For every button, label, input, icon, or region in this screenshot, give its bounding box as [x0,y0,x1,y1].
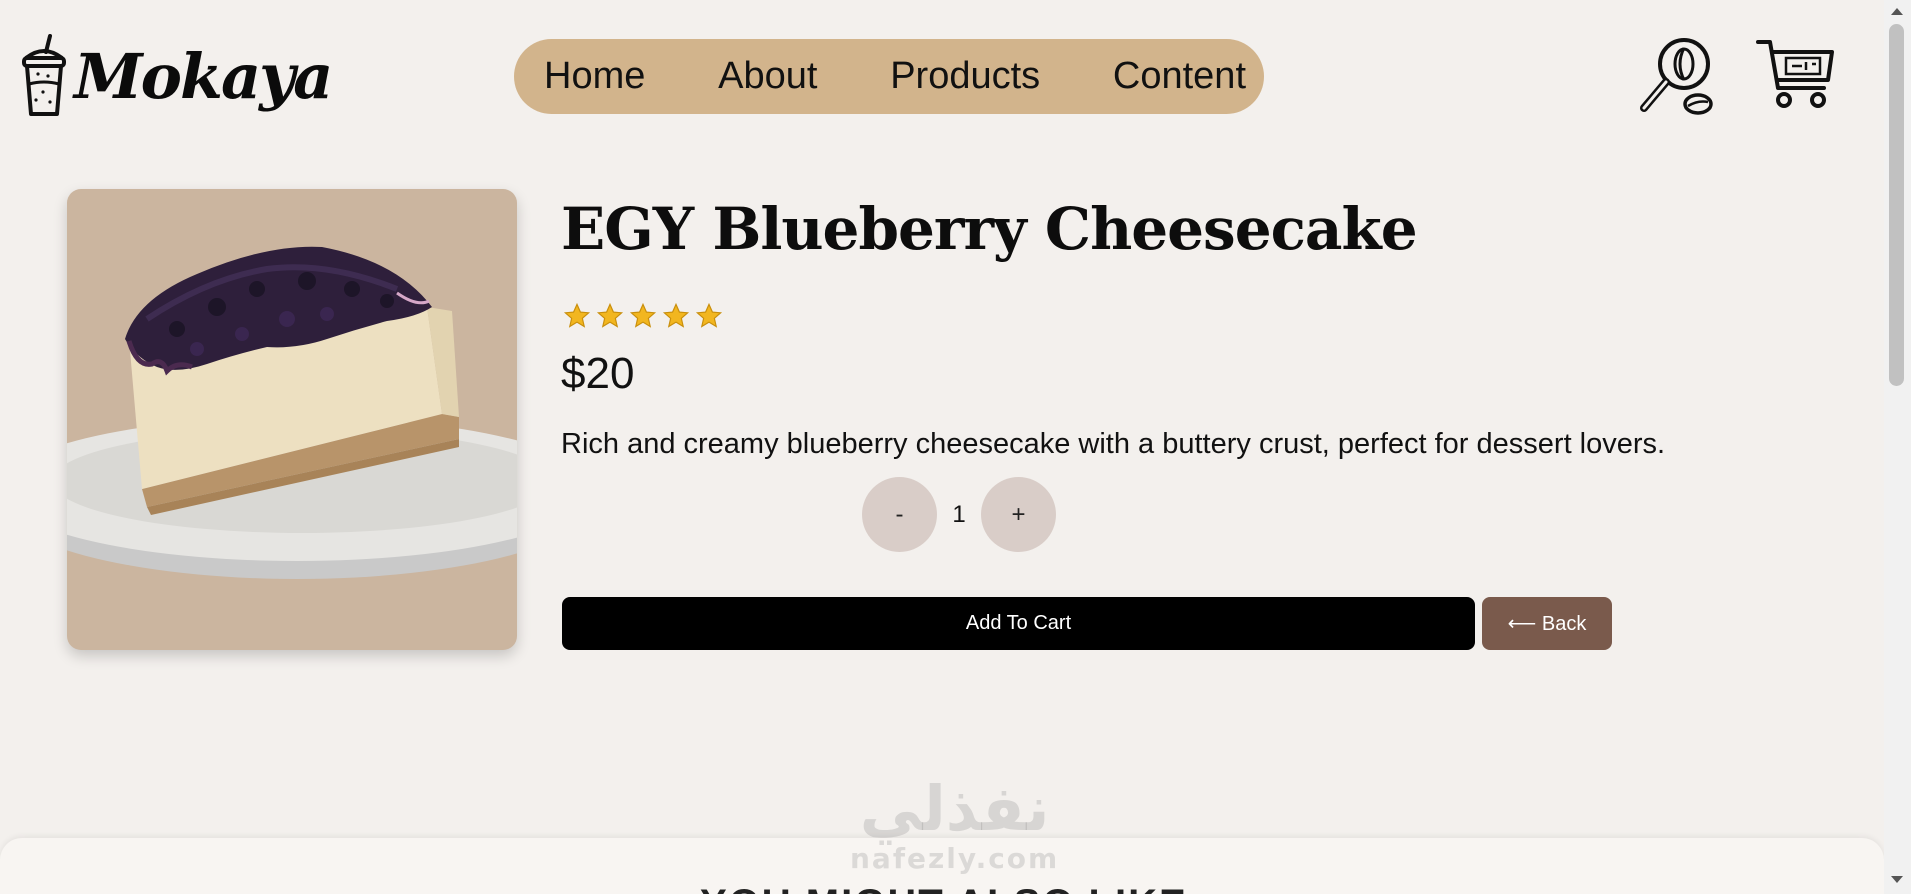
product-image [67,189,517,650]
nav-about[interactable]: About [718,55,817,98]
logo[interactable]: Mokaya [20,34,333,118]
scroll-thumb[interactable] [1889,24,1904,386]
quantity-increment-button[interactable]: + [981,477,1056,552]
star-icon [629,302,657,328]
logo-text: Mokaya [74,39,333,113]
quantity-decrement-button[interactable]: - [862,477,937,552]
main-nav: Home About Products Content [514,39,1264,114]
product-description: Rich and creamy blueberry cheesecake wit… [561,428,1666,460]
nav-products[interactable]: Products [890,55,1040,98]
star-icon [563,302,591,328]
rating-stars [563,302,723,330]
product-title: EGY Blueberry Cheesecake [561,195,1418,263]
scroll-down-arrow-icon[interactable] [1891,876,1903,883]
vertical-scrollbar[interactable] [1884,0,1911,894]
nav-content[interactable]: Content [1113,55,1246,98]
product-price: $20 [561,349,635,398]
related-products-heading: YOU MIGHT ALSO LIKE [700,882,1188,894]
iced-coffee-cup-icon [22,34,66,116]
cart-icon[interactable] [1756,36,1836,112]
back-button[interactable]: ⟵ Back [1482,597,1612,650]
star-icon [596,302,624,328]
site-header: Mokaya Home About Products Content [0,0,1884,160]
search-coffee-icon[interactable] [1636,34,1718,120]
add-to-cart-button[interactable]: Add To Cart [562,597,1475,650]
watermark-arabic: نفذلي [859,772,1050,845]
quantity-value: 1 [952,500,966,528]
quantity-stepper: - 1 + [862,477,1056,552]
cheesecake-image [67,246,517,579]
scroll-up-arrow-icon[interactable] [1891,8,1903,15]
star-icon [662,302,690,328]
related-products-section: YOU MIGHT ALSO LIKE [0,838,1884,894]
star-icon [695,302,723,328]
nav-home[interactable]: Home [544,55,645,98]
